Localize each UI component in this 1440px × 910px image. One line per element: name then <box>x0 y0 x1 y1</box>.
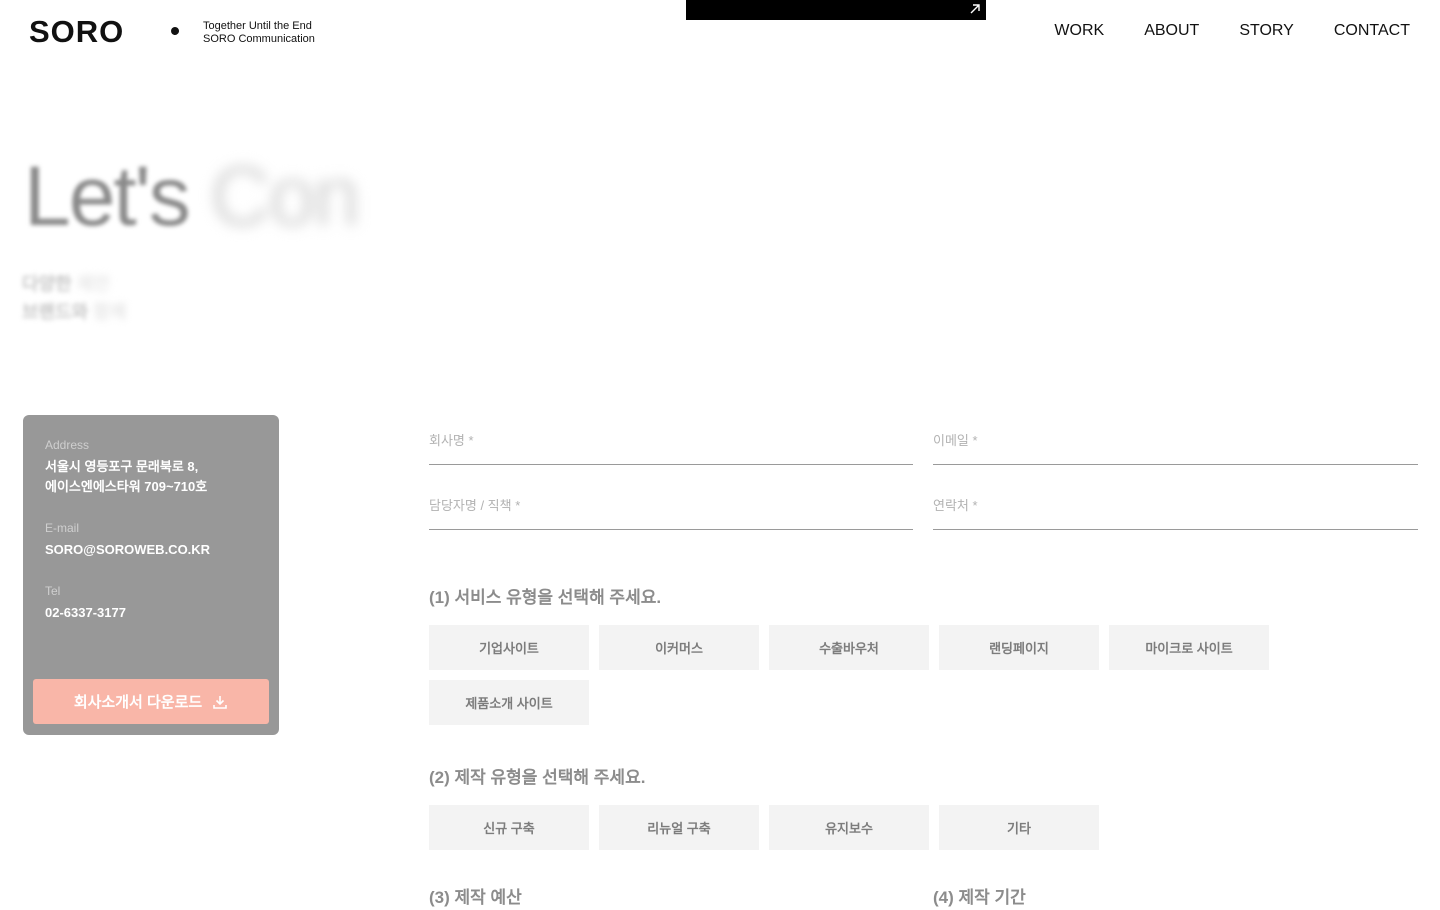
contact-person-input[interactable] <box>429 496 913 514</box>
address-value: 서울시 영등포구 문래북로 8, 에이스엔에스타워 709~710호 <box>45 457 207 497</box>
logo[interactable]: SORO <box>29 12 124 52</box>
nav-contact[interactable]: CONTACT <box>1334 20 1410 42</box>
budget-title: (3) 제작 예산 <box>429 888 522 907</box>
service-option-corporate[interactable]: 기업사이트 <box>429 625 589 670</box>
email-input[interactable] <box>933 431 1418 449</box>
nav-work[interactable]: WORK <box>1054 20 1104 42</box>
hero-title-visible: Let's <box>24 149 211 243</box>
logo-dot-icon <box>169 25 181 37</box>
hero-sub-line1: 다양한 <box>22 274 77 294</box>
tel-block: Tel 02-6337-3177 <box>45 583 126 623</box>
tel-label: Tel <box>45 584 61 598</box>
hero-title: Let's Con <box>24 148 360 244</box>
hero-title-faded: Con <box>210 149 360 243</box>
nav-story[interactable]: STORY <box>1239 20 1294 42</box>
phone-input[interactable] <box>933 496 1418 514</box>
service-option-export-voucher[interactable]: 수출바우처 <box>769 625 929 670</box>
hero-sub-line1-faded: 제안 <box>76 274 110 294</box>
tel-value[interactable]: 02-6337-3177 <box>45 603 126 623</box>
company-input[interactable] <box>429 431 913 449</box>
production-option-maintenance[interactable]: 유지보수 <box>769 805 929 850</box>
production-option-new[interactable]: 신규 구축 <box>429 805 589 850</box>
service-option-landing-page[interactable]: 랜딩페이지 <box>939 625 1099 670</box>
service-type-title: (1) 서비스 유형을 선택해 주세요. <box>429 588 662 607</box>
nav-about[interactable]: ABOUT <box>1144 20 1199 42</box>
tagline-line-2: SORO Communication <box>203 33 315 45</box>
phone-field <box>933 480 1418 530</box>
main-nav: WORK ABOUT STORY CONTACT <box>1054 20 1410 42</box>
download-brochure-button[interactable]: 회사소개서 다운로드 <box>33 679 269 724</box>
tagline-line-1: Together Until the End <box>203 20 312 32</box>
service-option-product-site[interactable]: 제품소개 사이트 <box>429 680 589 725</box>
contact-info-card: Address 서울시 영등포구 문래북로 8, 에이스엔에스타워 709~71… <box>23 415 279 735</box>
service-option-ecommerce[interactable]: 이커머스 <box>599 625 759 670</box>
address-block: Address 서울시 영등포구 문래북로 8, 에이스엔에스타워 709~71… <box>45 437 207 497</box>
company-field <box>429 415 913 465</box>
production-option-renewal[interactable]: 리뉴얼 구축 <box>599 805 759 850</box>
site-header: SORO Together Until the End SORO Communi… <box>0 0 1440 64</box>
download-brochure-label: 회사소개서 다운로드 <box>73 694 203 711</box>
hero-sub-line2-faded: 함께 <box>93 302 127 322</box>
production-option-other[interactable]: 기타 <box>939 805 1099 850</box>
promo-banner[interactable] <box>686 0 986 20</box>
service-option-micro-site[interactable]: 마이크로 사이트 <box>1109 625 1269 670</box>
email-label: E-mail <box>45 521 80 535</box>
email-block: E-mail SORO@SOROWEB.CO.KR <box>45 520 210 560</box>
address-label: Address <box>45 438 90 452</box>
hero-subtitle: 다양한 제안 브랜드와 함께 <box>22 270 126 326</box>
tagline: Together Until the End SORO Communicatio… <box>203 20 315 46</box>
email-value[interactable]: SORO@SOROWEB.CO.KR <box>45 540 210 560</box>
address-line-2: 에이스엔에스타워 709~710호 <box>45 479 208 494</box>
production-type-title: (2) 제작 유형을 선택해 주세요. <box>429 768 646 787</box>
contact-person-field <box>429 480 913 530</box>
arrow-up-right-icon <box>970 4 980 14</box>
download-icon <box>213 695 227 709</box>
period-title: (4) 제작 기간 <box>933 888 1026 907</box>
address-line-1: 서울시 영등포구 문래북로 8, <box>45 459 199 474</box>
email-field <box>933 415 1418 465</box>
hero-sub-line2: 브랜드와 <box>22 302 94 322</box>
